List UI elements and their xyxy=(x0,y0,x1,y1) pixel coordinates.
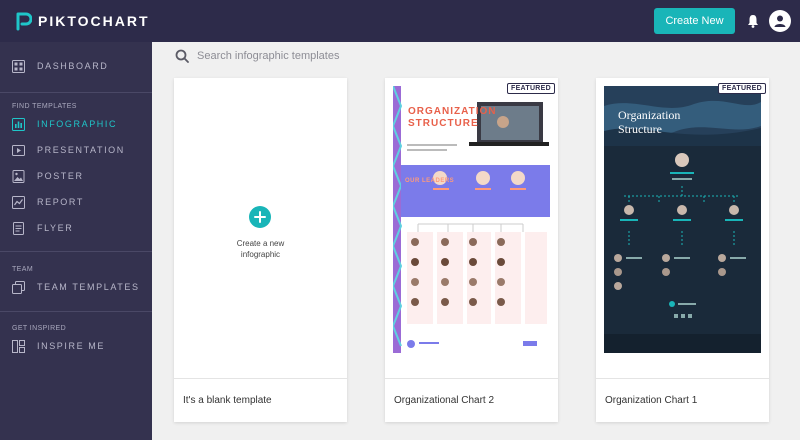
template-card-org-chart-1[interactable]: Organization Structure FEATURED Organiza… xyxy=(596,78,769,422)
logo[interactable]: PIKTOCHART xyxy=(16,11,150,31)
search-icon xyxy=(175,49,189,63)
section-label-find-templates: FIND TEMPLATES xyxy=(12,103,77,110)
thumbnail-section-label: OUR LEADERS xyxy=(405,178,455,184)
card-title: Organizational Chart 2 xyxy=(394,395,495,406)
card-title: Organization Chart 1 xyxy=(605,395,698,406)
sidebar: DASHBOARD FIND TEMPLATES INFOGRAPHIC PRE… xyxy=(0,42,152,440)
template-card-blank[interactable]: Create a new infographic It's a blank te… xyxy=(174,78,347,422)
create-new-infographic-button[interactable] xyxy=(249,206,271,228)
card-title: It's a blank template xyxy=(183,395,272,406)
sidebar-item-label: DASHBOARD xyxy=(37,61,109,71)
document-icon xyxy=(13,221,24,235)
card-divider xyxy=(174,378,347,379)
search-bar[interactable]: Search infographic templates xyxy=(175,49,339,63)
sidebar-divider xyxy=(0,92,152,93)
sidebar-divider xyxy=(0,251,152,252)
plus-icon xyxy=(254,211,266,223)
template-card-org-chart-2[interactable]: ORGANIZATION STRUCTURE OUR LEADERS FEATU… xyxy=(385,78,558,422)
sidebar-item-infographic[interactable]: INFOGRAPHIC xyxy=(0,113,152,135)
dashboard-icon xyxy=(12,59,25,73)
sidebar-item-label: POSTER xyxy=(37,171,84,181)
create-new-text: Create a new infographic xyxy=(236,239,285,259)
featured-badge: FEATURED xyxy=(718,83,766,94)
bell-icon[interactable] xyxy=(746,13,760,29)
card-divider xyxy=(596,378,769,379)
search-input[interactable]: Search infographic templates xyxy=(197,50,339,62)
logo-text: PIKTOCHART xyxy=(38,13,150,29)
sidebar-item-flyer[interactable]: FLYER xyxy=(0,217,152,239)
sidebar-divider xyxy=(0,311,152,312)
piktochart-logo-icon xyxy=(16,12,32,31)
sidebar-item-team-templates[interactable]: TEAM TEMPLATES xyxy=(0,276,152,298)
line-chart-icon xyxy=(12,195,25,209)
user-icon xyxy=(774,15,786,27)
thumbnail-title: Organization Structure xyxy=(618,108,681,136)
layout-icon xyxy=(12,339,25,353)
sidebar-item-label: REPORT xyxy=(37,197,84,207)
sidebar-item-presentation[interactable]: PRESENTATION xyxy=(0,139,152,161)
top-bar: PIKTOCHART Create New xyxy=(0,0,800,42)
team-templates-icon xyxy=(12,280,25,294)
template-thumbnail[interactable]: ORGANIZATION STRUCTURE OUR LEADERS xyxy=(393,86,550,353)
bar-chart-icon xyxy=(12,117,25,131)
thumbnail-title: ORGANIZATION STRUCTURE xyxy=(408,106,497,129)
sidebar-item-label: INFOGRAPHIC xyxy=(37,119,118,129)
user-avatar[interactable] xyxy=(769,10,791,32)
sidebar-item-dashboard[interactable]: DASHBOARD xyxy=(0,55,152,77)
card-divider xyxy=(385,378,558,379)
section-label-team: TEAM xyxy=(12,266,34,273)
featured-badge: FEATURED xyxy=(507,83,555,94)
template-thumbnail[interactable]: Organization Structure xyxy=(604,86,761,353)
sidebar-item-label: INSPIRE ME xyxy=(37,341,106,351)
sidebar-item-label: PRESENTATION xyxy=(37,145,125,155)
sidebar-item-label: FLYER xyxy=(37,223,74,233)
sidebar-item-report[interactable]: REPORT xyxy=(0,191,152,213)
presentation-icon xyxy=(12,144,25,156)
create-new-button[interactable]: Create New xyxy=(654,8,735,34)
image-icon xyxy=(12,169,25,183)
sidebar-item-label: TEAM TEMPLATES xyxy=(37,282,140,292)
section-label-get-inspired: GET INSPIRED xyxy=(12,325,67,332)
sidebar-item-inspire-me[interactable]: INSPIRE ME xyxy=(0,335,152,357)
sidebar-item-poster[interactable]: POSTER xyxy=(0,165,152,187)
